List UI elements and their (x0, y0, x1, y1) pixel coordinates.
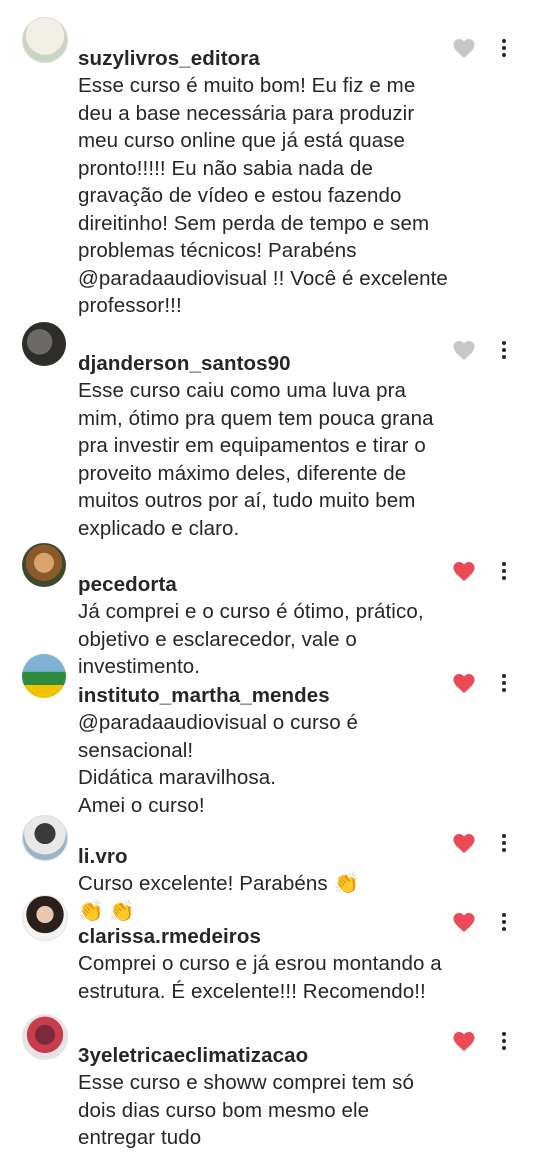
avatar[interactable] (22, 543, 66, 587)
avatar[interactable] (22, 17, 68, 63)
heart-icon[interactable] (452, 560, 476, 582)
comment-username[interactable]: suzylivros_editora (78, 47, 260, 70)
more-options-icon[interactable] (500, 1032, 508, 1054)
comment-text: 3yeletricaeclimatizacao Esse curso e sho… (78, 1014, 448, 1152)
more-options-icon[interactable] (500, 39, 508, 61)
comment-body: Esse curso é muito bom! Eu fiz e me deu … (78, 74, 448, 317)
comment-username[interactable]: pecedorta (78, 573, 177, 596)
heart-icon[interactable] (452, 339, 476, 361)
more-options-icon[interactable] (500, 834, 508, 856)
heart-icon[interactable] (452, 37, 476, 59)
comment-text: instituto_martha_mendes @paradaaudiovisu… (78, 654, 448, 819)
comment-username[interactable]: djanderson_santos90 (78, 352, 291, 375)
more-options-icon[interactable] (500, 341, 508, 363)
comment-text: suzylivros_editora Esse curso é muito bo… (78, 17, 448, 320)
avatar[interactable] (22, 815, 68, 861)
comment-body: Esse curso caiu como uma luva pra mim, ó… (78, 379, 434, 540)
comment-body: Esse curso e showw comprei tem só dois d… (78, 1071, 414, 1149)
more-options-icon[interactable] (500, 562, 508, 584)
avatar[interactable] (22, 895, 68, 941)
heart-icon[interactable] (452, 672, 476, 694)
more-options-icon[interactable] (500, 674, 508, 696)
avatar[interactable] (22, 322, 66, 366)
comment-body: @paradaaudiovisual o curso é sensacional… (78, 711, 359, 817)
comment-text: clarissa.rmedeiros Comprei o curso e já … (78, 895, 448, 1005)
comment-username[interactable]: clarissa.rmedeiros (78, 925, 261, 948)
comment-username[interactable]: instituto_martha_mendes (78, 684, 330, 707)
heart-icon[interactable] (452, 911, 476, 933)
comment-body: Comprei o curso e já esrou montando a es… (78, 952, 442, 1003)
comment-text: djanderson_santos90 Esse curso caiu como… (78, 322, 448, 542)
heart-icon[interactable] (452, 832, 476, 854)
comment-username[interactable]: 3yeletricaeclimatizacao (78, 1044, 308, 1067)
comment-username[interactable]: li.vro (78, 845, 128, 868)
avatar[interactable] (22, 654, 66, 698)
more-options-icon[interactable] (500, 913, 508, 935)
heart-icon[interactable] (452, 1030, 476, 1052)
avatar[interactable] (22, 1014, 68, 1060)
